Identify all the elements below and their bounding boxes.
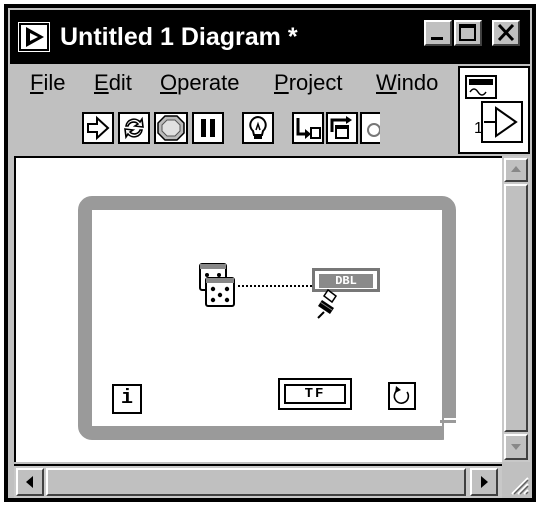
vi-icon xyxy=(465,75,523,143)
step-into-icon xyxy=(296,118,321,139)
menu-window-accel: W xyxy=(376,70,397,95)
maximize-icon xyxy=(459,24,476,41)
highlight-execution-button[interactable] xyxy=(242,112,274,144)
run-continuously-button[interactable] xyxy=(118,112,150,144)
connector-pane-label: 1 xyxy=(474,120,483,137)
menu-edit-label: dit xyxy=(108,70,132,95)
connector-pane[interactable]: 1 xyxy=(458,66,530,154)
vertical-scrollbar[interactable] xyxy=(502,156,530,462)
random-number-node[interactable] xyxy=(192,262,238,308)
menu-operate-accel: O xyxy=(160,70,178,95)
close-icon xyxy=(497,23,515,42)
menu-project-accel: P xyxy=(274,70,289,95)
boolean-constant-label: TF xyxy=(284,384,346,404)
horizontal-scrollbar[interactable] xyxy=(14,464,502,498)
menu-operate[interactable]: Operate xyxy=(160,70,240,96)
scroll-down-button[interactable] xyxy=(504,434,528,460)
boolean-constant[interactable]: TF xyxy=(278,378,352,410)
abort-button[interactable] xyxy=(154,112,188,144)
horizontal-scroll-thumb[interactable] xyxy=(46,468,466,496)
step-over-button[interactable] xyxy=(326,112,358,144)
resize-grip[interactable] xyxy=(502,464,530,498)
probe-icon xyxy=(317,288,338,319)
menu-file-accel: F xyxy=(30,70,44,95)
menu-edit[interactable]: Edit xyxy=(94,70,132,96)
pause-button[interactable] xyxy=(192,112,224,144)
menu-project[interactable]: Project xyxy=(274,70,342,96)
scroll-left-button[interactable] xyxy=(16,468,44,496)
loop-condition-icon xyxy=(393,386,410,404)
window-title: Untitled 1 Diagram * xyxy=(60,23,298,51)
scroll-up-button[interactable] xyxy=(504,158,528,182)
highlight-execution-icon xyxy=(249,115,267,139)
menu-window-label: indo xyxy=(396,70,439,95)
menu-file[interactable]: File xyxy=(30,70,65,96)
pause-icon xyxy=(201,119,215,137)
menu-edit-accel: E xyxy=(94,70,109,95)
menu-bar: File Edit Operate Project Windo xyxy=(14,66,460,102)
loop-condition-terminal[interactable] xyxy=(388,382,416,410)
run-arrow-icon xyxy=(87,115,110,141)
menu-operate-label: perate xyxy=(177,70,240,95)
run-continuous-icon xyxy=(124,116,144,140)
close-button[interactable] xyxy=(492,20,520,46)
iteration-terminal[interactable]: i xyxy=(112,384,142,414)
scroll-right-button[interactable] xyxy=(470,468,498,496)
menu-window[interactable]: Windo xyxy=(376,70,438,96)
step-over-icon xyxy=(330,116,352,139)
toolbar xyxy=(14,104,460,156)
iteration-terminal-label: i xyxy=(120,387,133,410)
arrow-right-icon xyxy=(481,476,488,488)
labview-vi-icon-glyph xyxy=(19,23,49,51)
step-into-button[interactable] xyxy=(292,112,324,144)
resize-grip-icon xyxy=(511,477,529,495)
arrow-left-icon xyxy=(26,476,33,488)
loop-edge-segment xyxy=(440,420,456,423)
minimize-button[interactable] xyxy=(424,20,452,46)
step-out-icon xyxy=(367,123,381,137)
vertical-scroll-thumb[interactable] xyxy=(504,184,528,432)
dice-icon xyxy=(199,263,235,307)
arrow-down-icon xyxy=(511,444,521,450)
arrow-up-icon xyxy=(511,166,521,172)
menu-project-label: roject xyxy=(288,70,343,95)
run-button[interactable] xyxy=(82,112,114,144)
labview-vi-icon[interactable] xyxy=(16,20,52,54)
probe-tool xyxy=(314,286,344,320)
abort-icon xyxy=(157,115,185,141)
step-out-button[interactable] xyxy=(360,112,381,144)
minimize-icon xyxy=(431,37,443,40)
menu-file-label: ile xyxy=(43,70,66,95)
maximize-button[interactable] xyxy=(454,20,482,46)
